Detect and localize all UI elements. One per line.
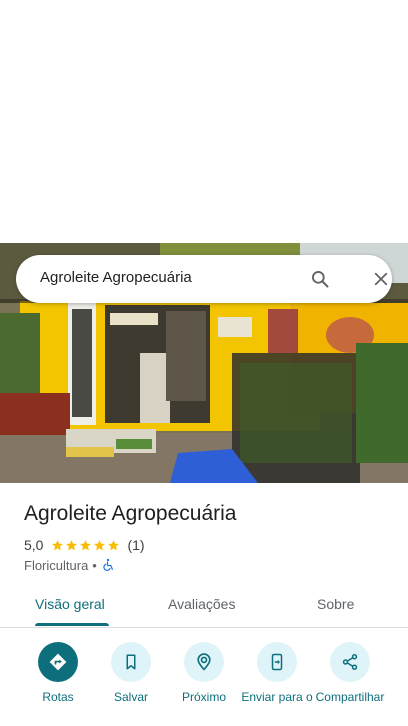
save-button[interactable]: Salvar [94, 642, 168, 704]
send-to-phone-label: Enviar para o [241, 690, 313, 704]
tab-about[interactable]: Sobre [317, 596, 354, 612]
nearby-icon [197, 653, 211, 671]
search-button[interactable] [306, 265, 334, 293]
tab-bar: Visão geral Avaliações Sobre [0, 588, 408, 628]
rating-row[interactable]: 5,0 (1) [24, 536, 145, 554]
search-bar[interactable]: Agroleite Agropecuária [16, 255, 392, 303]
directions-label: Rotas [42, 690, 74, 704]
category-row: Floricultura • [24, 556, 115, 574]
nearby-button[interactable]: Próximo [167, 642, 241, 704]
share-button-circle [330, 642, 370, 682]
star-icon [80, 539, 92, 550]
wheelchair-icon [103, 558, 113, 571]
review-count[interactable]: (1) [127, 537, 144, 553]
nearby-label: Próximo [181, 690, 226, 704]
send-to-phone-icon [271, 653, 283, 671]
directions-icon [49, 653, 67, 671]
star-icon [94, 539, 106, 550]
close-button[interactable] [367, 265, 395, 293]
action-bar: Rotas Salvar Próximo Enviar para o Compa… [0, 640, 408, 726]
rating-value: 5,0 [24, 537, 44, 553]
category-label: Floricultura [24, 557, 89, 573]
save-button-circle [111, 642, 151, 682]
rating-stars [51, 539, 121, 552]
directions-button[interactable]: Rotas [21, 642, 95, 704]
active-tab-indicator [35, 623, 109, 626]
bookmark-icon [126, 654, 136, 670]
share-label: Compartilhar [315, 690, 385, 704]
send-to-phone-button-circle [257, 642, 297, 682]
share-icon [342, 654, 358, 670]
nearby-button-circle [184, 642, 224, 682]
place-title: Agroleite Agropecuária [24, 502, 237, 525]
close-icon [374, 272, 388, 286]
star-icon [66, 539, 78, 550]
map-area[interactable] [0, 0, 408, 243]
separator-dot: • [92, 557, 97, 573]
tab-reviews[interactable]: Avaliações [168, 596, 235, 612]
star-icon [52, 539, 64, 550]
save-label: Salvar [113, 690, 148, 704]
search-icon [312, 271, 329, 288]
tab-overview[interactable]: Visão geral [35, 596, 105, 612]
share-button[interactable]: Compartilhar [313, 642, 387, 704]
send-to-phone-button[interactable]: Enviar para o [240, 642, 314, 704]
directions-button-circle [38, 642, 78, 682]
star-icon [108, 539, 120, 550]
search-input[interactable]: Agroleite Agropecuária [40, 269, 192, 286]
